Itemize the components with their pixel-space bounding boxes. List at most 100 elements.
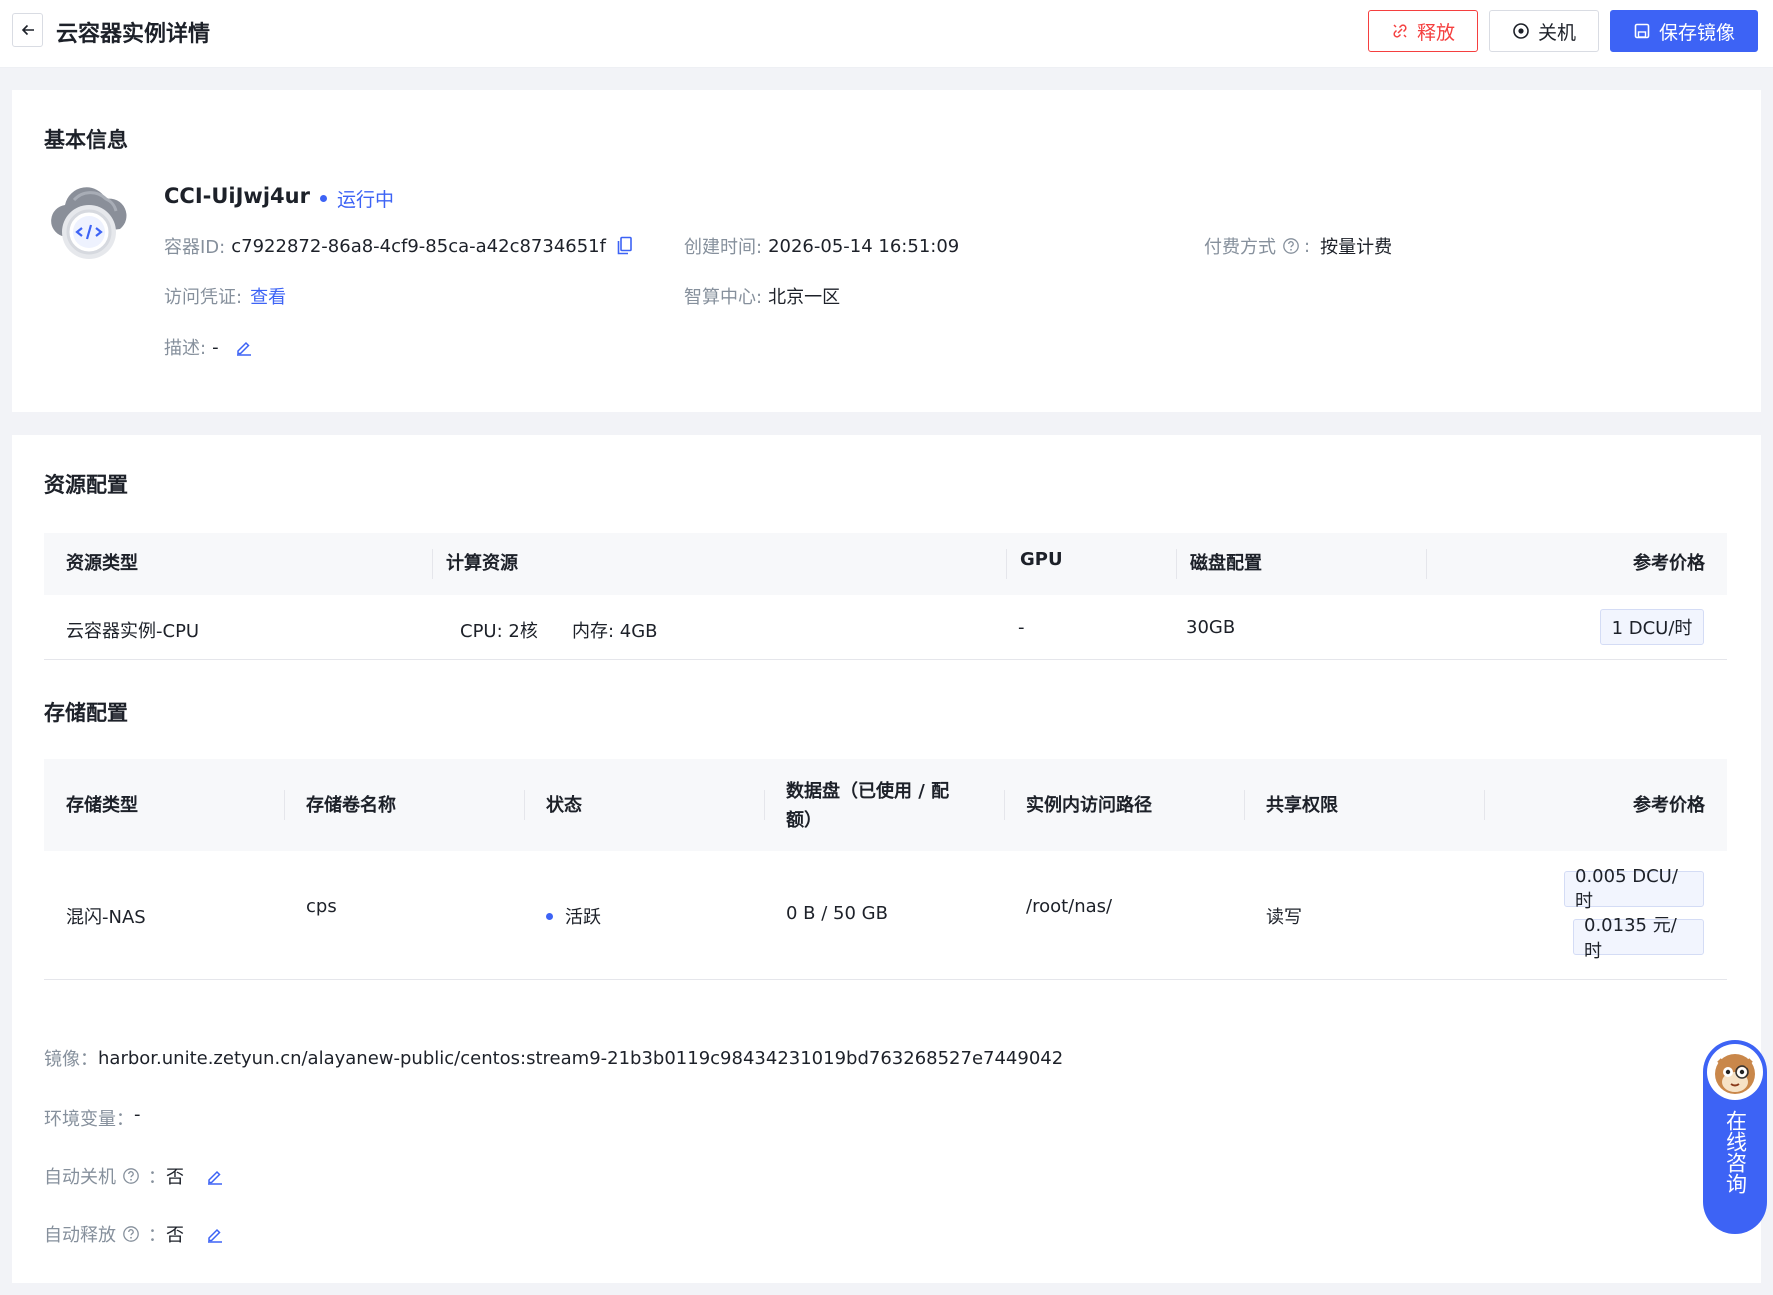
col-sep bbox=[1006, 549, 1007, 579]
env-label: 环境变量： bbox=[44, 1109, 134, 1130]
section-title-resource: 资源配置 bbox=[44, 473, 128, 497]
storage-table-header: 存储类型 存储卷名称 状态 数据盘（已使用 / 配 额） 实例内访问路径 共享权… bbox=[44, 759, 1727, 851]
env-value: - bbox=[134, 1103, 141, 1125]
stop-circle-icon bbox=[1513, 23, 1529, 39]
auto-shutdown-label: 自动关机 bbox=[44, 1167, 116, 1188]
unlink-icon bbox=[1393, 24, 1407, 38]
billing-value: 按量计费 bbox=[1320, 237, 1393, 258]
mem-cell: 内存: 4GB bbox=[572, 621, 658, 642]
resource-price-tag: 1 DCU/时 bbox=[1600, 609, 1704, 645]
resource-card: 资源配置 资源类型 计算资源 GPU 磁盘配置 参考价格 云容器实例-CPU C… bbox=[12, 435, 1761, 1283]
col-sep bbox=[284, 790, 285, 820]
status-dot bbox=[320, 195, 327, 202]
col-storage-price: 参考价格 bbox=[1633, 795, 1705, 816]
instance-name: CCI-UiJwj4ur bbox=[164, 184, 310, 208]
col-sep bbox=[1244, 790, 1245, 820]
storage-price-dcu-tag: 0.005 DCU/时 bbox=[1564, 866, 1704, 912]
col-data-disk-line1: 数据盘（已使用 / 配 bbox=[786, 781, 950, 802]
colon: ： bbox=[148, 1167, 166, 1188]
container-id-value: c7922872-86a8-4cf9-85ca-a42c8734651f bbox=[231, 235, 606, 257]
help-icon[interactable] bbox=[122, 1167, 140, 1185]
status-badge: 运行中 bbox=[320, 185, 394, 212]
colon: ： bbox=[148, 1225, 166, 1246]
desc-label: 描述: bbox=[164, 338, 207, 359]
col-sep bbox=[1004, 790, 1005, 820]
auto-shutdown-row: 自动关机 ： 否 bbox=[44, 1163, 224, 1189]
status-cell: 活跃 bbox=[546, 903, 601, 929]
mascot-avatar bbox=[1707, 1044, 1763, 1100]
col-storage-type: 存储类型 bbox=[66, 795, 138, 816]
save-icon bbox=[1634, 23, 1650, 39]
col-gpu: GPU bbox=[1020, 549, 1063, 570]
online-consult-button[interactable]: 在线咨询 bbox=[1703, 1040, 1767, 1234]
permission-cell: 读写 bbox=[1266, 907, 1302, 928]
col-sep bbox=[764, 790, 765, 820]
status-text: 活跃 bbox=[565, 907, 601, 928]
basic-info-card: 基本信息 CCI-UiJwj4ur 运行中 容器ID: c7922872-86a… bbox=[12, 90, 1761, 412]
col-resource-type: 资源类型 bbox=[66, 553, 138, 574]
shutdown-label: 关机 bbox=[1537, 21, 1576, 44]
auto-release-value: 否 bbox=[166, 1225, 184, 1246]
release-label: 释放 bbox=[1416, 21, 1455, 44]
section-title-basic: 基本信息 bbox=[44, 128, 128, 152]
col-mount-path: 实例内访问路径 bbox=[1026, 795, 1152, 816]
mount-path-cell: /root/nas/ bbox=[1026, 896, 1113, 917]
resource-type-cell: 云容器实例-CPU bbox=[66, 621, 200, 642]
credential-row: 访问凭证: 查看 bbox=[164, 283, 286, 309]
release-button[interactable]: 释放 bbox=[1368, 10, 1478, 52]
storage-type-cell: 混闪-NAS bbox=[66, 907, 146, 928]
col-sep bbox=[1176, 549, 1177, 579]
billing-label: 付费方式 bbox=[1204, 237, 1276, 258]
desc-value: - bbox=[212, 336, 219, 358]
image-label: 镜像： bbox=[44, 1049, 98, 1070]
edit-icon[interactable] bbox=[206, 1167, 224, 1185]
center-label: 智算中心: bbox=[684, 287, 763, 308]
copy-icon[interactable] bbox=[616, 236, 634, 256]
desc-row: 描述: - bbox=[164, 334, 253, 360]
col-status: 状态 bbox=[546, 795, 582, 816]
billing-colon: : bbox=[1304, 235, 1311, 257]
created-row: 创建时间: 2026-05-14 16:51:09 bbox=[684, 233, 959, 259]
center-row: 智算中心: 北京一区 bbox=[684, 283, 840, 309]
auto-release-row: 自动释放 ： 否 bbox=[44, 1221, 224, 1247]
help-icon[interactable] bbox=[122, 1225, 140, 1243]
container-cloud-icon bbox=[51, 187, 127, 259]
save-image-button[interactable]: 保存镜像 bbox=[1610, 10, 1758, 52]
col-sep bbox=[1426, 549, 1427, 579]
created-label: 创建时间: bbox=[684, 237, 763, 258]
cpu-cell: CPU: 2核 bbox=[460, 621, 538, 642]
col-sep bbox=[432, 549, 433, 579]
arrow-left-icon bbox=[21, 24, 34, 36]
center-value: 北京一区 bbox=[768, 287, 841, 308]
image-value: harbor.unite.zetyun.cn/alayanew-public/c… bbox=[98, 1047, 1064, 1069]
created-value: 2026-05-14 16:51:09 bbox=[768, 235, 960, 257]
online-consult-label: 在线咨询 bbox=[1723, 1110, 1748, 1194]
col-data-disk-line2: 额） bbox=[786, 810, 822, 831]
shutdown-button[interactable]: 关机 bbox=[1489, 10, 1599, 52]
view-credential-link[interactable]: 查看 bbox=[250, 283, 286, 309]
resource-table-header: 资源类型 计算资源 GPU 磁盘配置 参考价格 bbox=[44, 533, 1727, 595]
col-sep bbox=[1484, 790, 1485, 820]
container-id-row: 容器ID: c7922872-86a8-4cf9-85ca-a42c873465… bbox=[164, 233, 634, 259]
edit-icon[interactable] bbox=[206, 1225, 224, 1243]
status-text: 运行中 bbox=[337, 189, 395, 211]
gpu-cell: - bbox=[1018, 617, 1025, 638]
help-icon[interactable] bbox=[1282, 237, 1300, 255]
storage-price-cny-tag: 0.0135 元/时 bbox=[1573, 915, 1704, 962]
save-image-label: 保存镜像 bbox=[1658, 21, 1735, 44]
credential-label: 访问凭证: bbox=[164, 287, 243, 308]
col-price: 参考价格 bbox=[1633, 553, 1705, 574]
image-row: 镜像： harbor.unite.zetyun.cn/alayanew-publ… bbox=[44, 1045, 1063, 1071]
mascot-icon bbox=[1715, 1054, 1755, 1094]
volume-name-cell: cps bbox=[306, 896, 337, 917]
back-button[interactable] bbox=[12, 13, 43, 47]
container-id-label: 容器ID: bbox=[164, 237, 226, 258]
col-permission: 共享权限 bbox=[1266, 795, 1338, 816]
auto-shutdown-value: 否 bbox=[166, 1167, 184, 1188]
col-disk: 磁盘配置 bbox=[1190, 553, 1262, 574]
col-compute: 计算资源 bbox=[446, 553, 518, 574]
usage-cell: 0 B / 50 GB bbox=[786, 903, 888, 924]
billing-row: 付费方式 : 按量计费 bbox=[1204, 233, 1392, 259]
edit-icon[interactable] bbox=[235, 338, 253, 356]
page-title: 云容器实例详情 bbox=[56, 22, 211, 47]
